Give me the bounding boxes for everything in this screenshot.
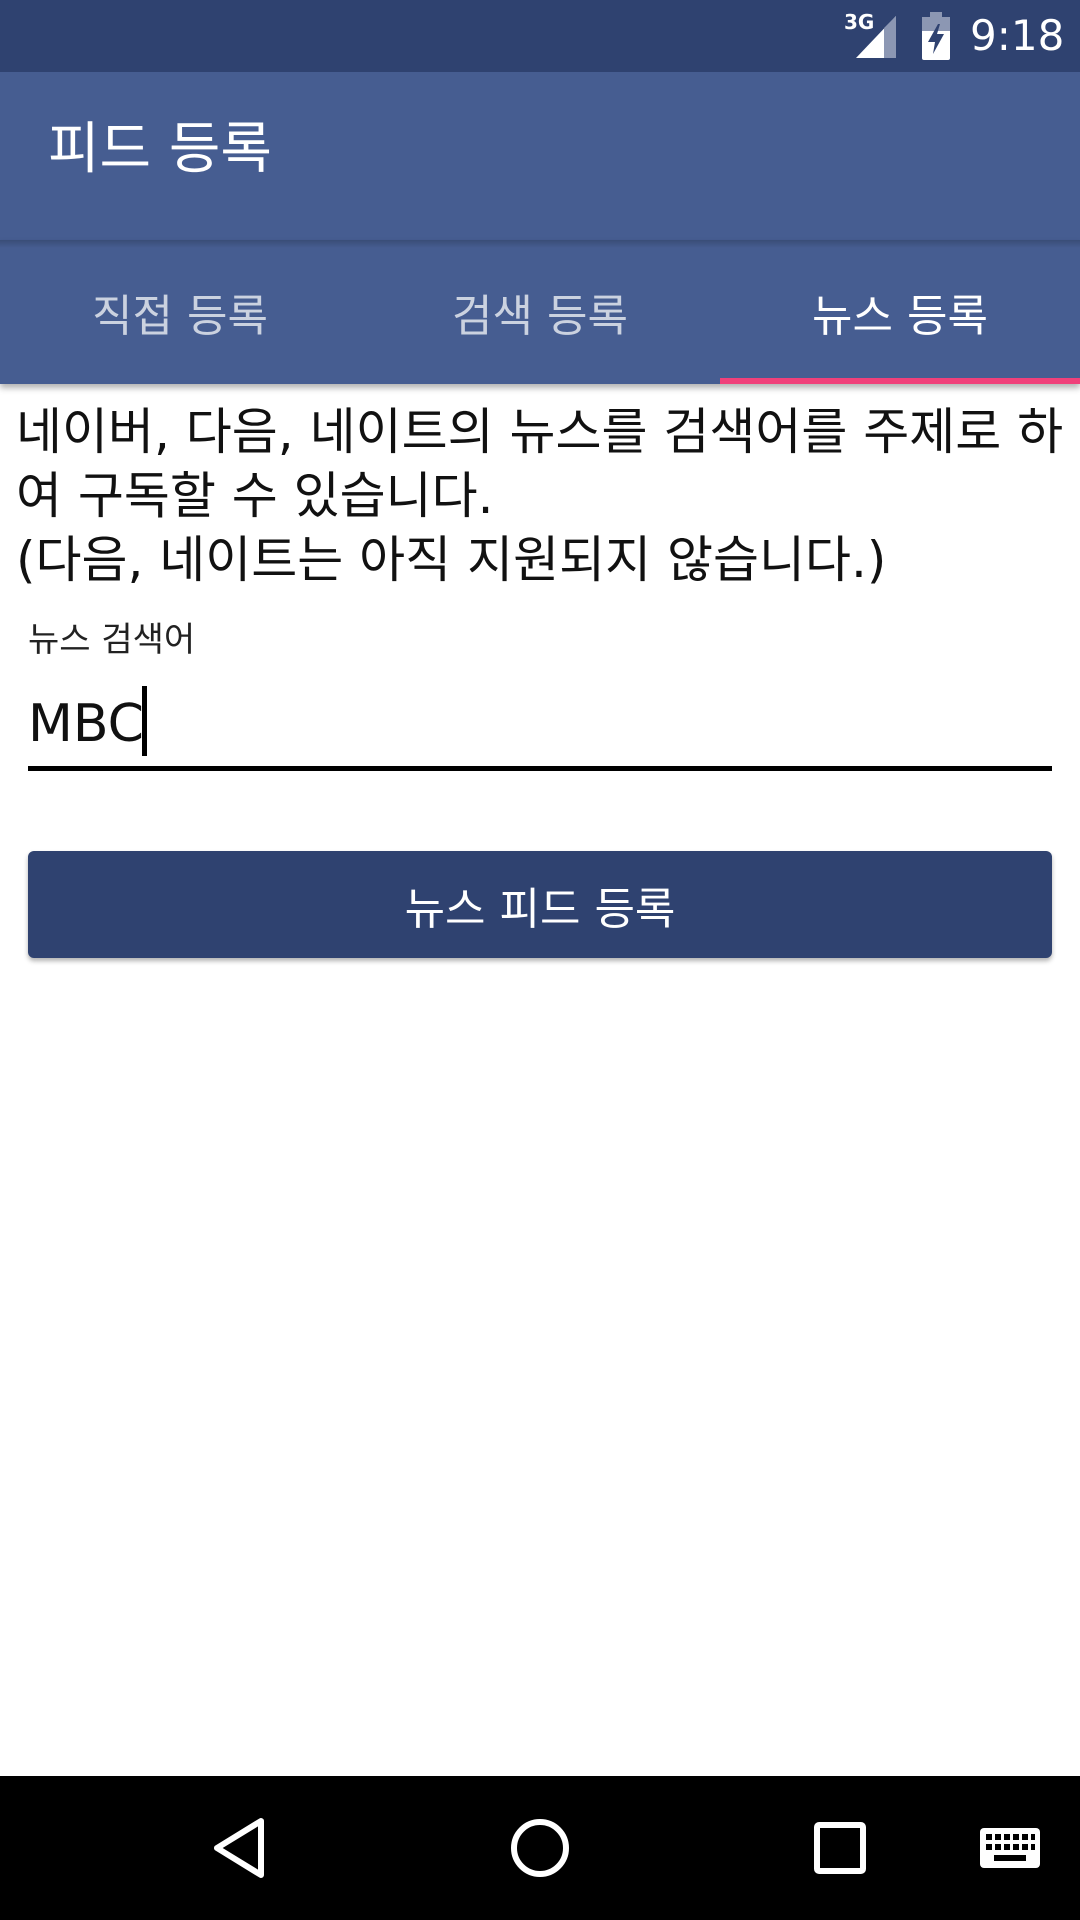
screen: 3G 9:18 피드 등록 직접 등록 검색 등록 뉴스 등록 네이버, 다음,… — [0, 0, 1080, 1920]
status-clock: 9:18 — [970, 11, 1065, 60]
navigation-bar — [0, 1776, 1080, 1920]
battery-charging-icon — [920, 12, 952, 60]
keyboard-icon[interactable] — [950, 1776, 1070, 1920]
app-bar: 피드 등록 — [0, 72, 1080, 240]
tab-news-register[interactable]: 뉴스 등록 — [720, 240, 1080, 384]
recents-icon[interactable] — [770, 1776, 910, 1920]
page-title: 피드 등록 — [48, 117, 272, 182]
news-search-input[interactable] — [28, 682, 1052, 771]
tab-selected-indicator — [720, 378, 1080, 384]
tab-direct-register[interactable]: 직접 등록 — [0, 240, 360, 384]
news-feed-register-button[interactable]: 뉴스 피드 등록 — [28, 851, 1052, 958]
tab-bar: 직접 등록 검색 등록 뉴스 등록 — [0, 240, 1080, 384]
news-description-text: 네이버, 다음, 네이트의 뉴스를 검색어를 주제로 하여 구독할 수 있습니다… — [16, 403, 1064, 589]
home-icon[interactable] — [470, 1776, 610, 1920]
signal-icon: 3G — [844, 12, 900, 58]
status-bar: 3G 9:18 — [0, 0, 1080, 72]
back-icon[interactable] — [170, 1776, 310, 1920]
text-cursor — [142, 686, 147, 756]
news-search-label: 뉴스 검색어 — [28, 620, 196, 660]
tab-search-register[interactable]: 검색 등록 — [360, 240, 720, 384]
